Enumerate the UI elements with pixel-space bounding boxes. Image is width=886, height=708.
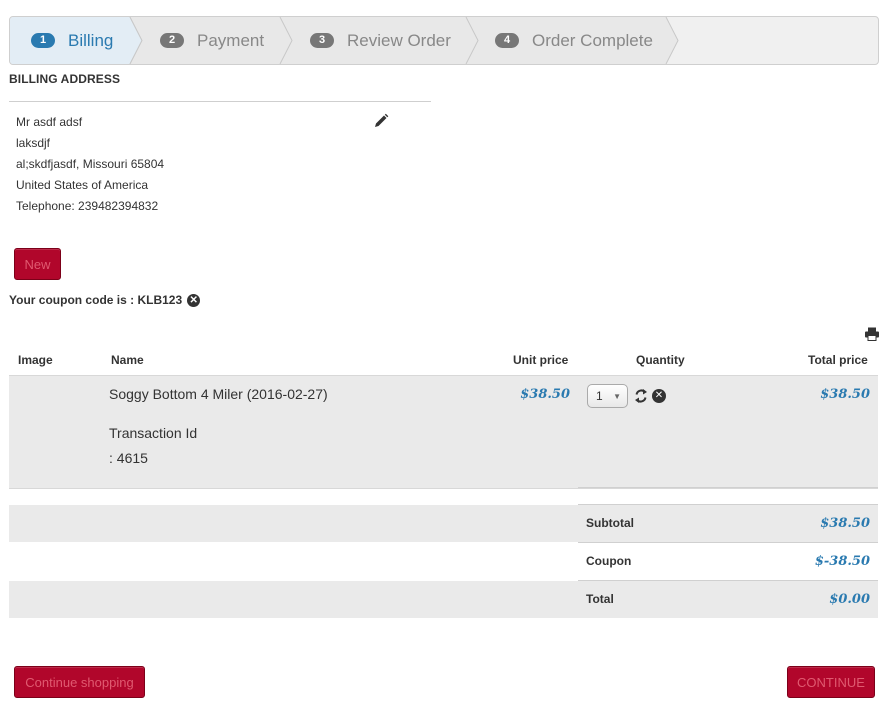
- unit-price: $38.50: [520, 387, 570, 402]
- continue-button[interactable]: CONTINUE: [787, 666, 875, 698]
- step-label: Review Order: [347, 30, 451, 50]
- subtotal-label: Subtotal: [586, 516, 634, 530]
- divider: [578, 487, 878, 488]
- address-city-state-zip: al;skdfjasdf, Missouri 65804: [16, 157, 165, 171]
- step-order-complete[interactable]: 4 Order Complete: [495, 17, 653, 64]
- step-label: Billing: [68, 30, 114, 50]
- print-icon[interactable]: [865, 327, 879, 341]
- address-country: United States of America: [16, 178, 149, 192]
- col-header-image: Image: [18, 353, 53, 367]
- pencil-icon[interactable]: [373, 113, 389, 129]
- col-header-unit-price: Unit price: [513, 353, 569, 367]
- coupon-info: Your coupon code is : KLB123 ✕: [9, 293, 201, 307]
- new-address-button[interactable]: New: [14, 248, 61, 280]
- step-number: 1: [31, 33, 55, 48]
- col-header-quantity: Quantity: [636, 353, 685, 367]
- step-number: 4: [495, 33, 519, 48]
- address-line-1: laksdjf: [16, 136, 51, 150]
- transaction-label: Transaction Id: [109, 425, 198, 441]
- billing-address-title: BILLING ADDRESS: [9, 72, 121, 86]
- total-label: Total: [586, 592, 614, 606]
- product-name: Soggy Bottom 4 Miler (2016-02-27): [109, 386, 328, 402]
- transaction-info: Transaction Id : 4615: [109, 421, 197, 471]
- total-row: [9, 581, 878, 618]
- refresh-icon[interactable]: [634, 388, 648, 404]
- remove-coupon-icon[interactable]: ✕: [187, 293, 201, 307]
- transaction-value: : 4615: [109, 450, 148, 466]
- continue-shopping-button[interactable]: Continue shopping: [14, 666, 145, 698]
- address-name: Mr asdf adsf: [16, 115, 83, 129]
- item-total-price: $38.50: [820, 387, 870, 402]
- subtotal-value: $38.50: [820, 516, 870, 531]
- subtotal-row: [9, 505, 878, 542]
- col-header-name: Name: [111, 353, 144, 367]
- divider: [578, 504, 878, 505]
- remove-item-icon[interactable]: ✕: [652, 389, 666, 403]
- coupon-value: $-38.50: [814, 554, 870, 569]
- coupon-text: Your coupon code is : KLB123: [9, 293, 183, 307]
- checkout-steps: 1 Billing 2 Payment 3 Review Order 4 Ord…: [9, 16, 879, 65]
- step-review-order[interactable]: 3 Review Order: [310, 17, 451, 64]
- step-number: 3: [310, 33, 334, 48]
- step-label: Order Complete: [532, 30, 653, 50]
- step-billing[interactable]: 1 Billing: [31, 17, 113, 64]
- quantity-value: 1: [596, 389, 603, 403]
- divider: [9, 101, 431, 102]
- col-header-total-price: Total price: [808, 353, 868, 367]
- total-value: $0.00: [829, 592, 870, 607]
- quantity-select[interactable]: 1 ▼: [587, 384, 628, 408]
- divider: [578, 580, 878, 581]
- chevron-down-icon: ▼: [613, 391, 621, 401]
- address-telephone: Telephone: 239482394832: [16, 199, 159, 213]
- billing-address: Mr asdf adsf laksdjf al;skdfjasdf, Misso…: [16, 112, 164, 217]
- divider: [578, 542, 878, 543]
- step-number: 2: [160, 33, 184, 48]
- step-label: Payment: [197, 30, 265, 50]
- step-payment[interactable]: 2 Payment: [160, 17, 264, 64]
- coupon-label: Coupon: [586, 554, 632, 568]
